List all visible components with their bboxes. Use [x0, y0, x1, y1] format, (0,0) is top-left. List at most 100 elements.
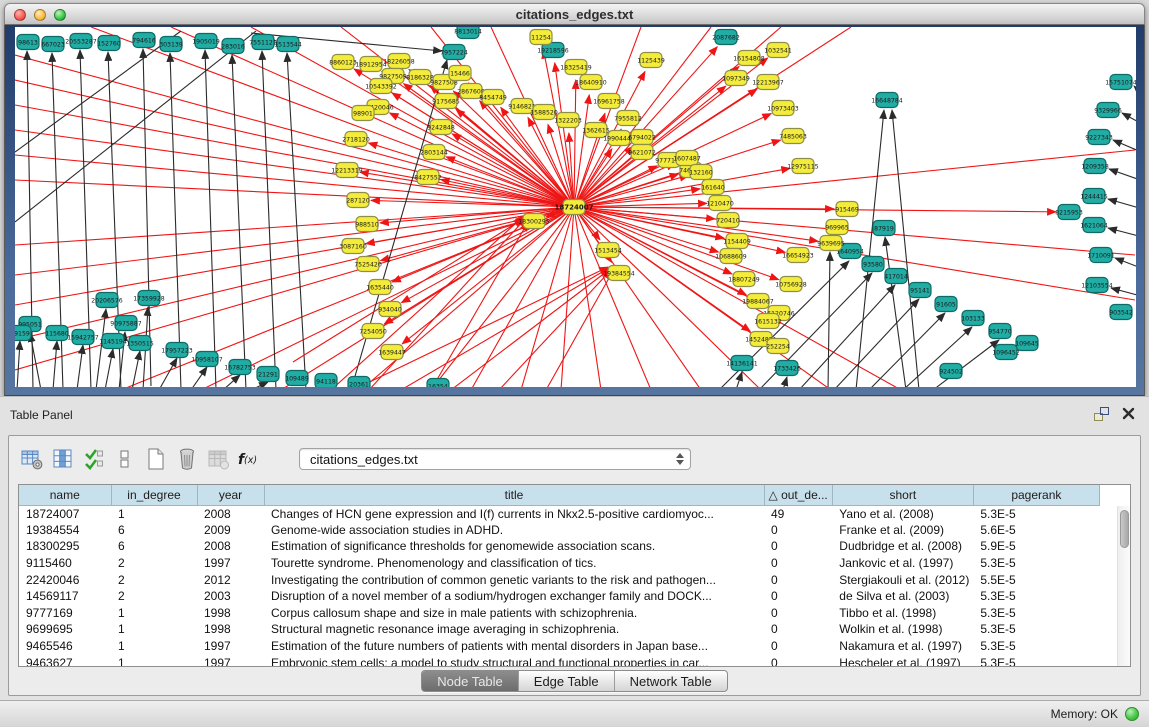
- network-canvas[interactable]: 9861366702320553287152760794616303139190…: [15, 27, 1136, 387]
- table-cell[interactable]: 0: [764, 588, 832, 605]
- network-canvas-svg[interactable]: 9861366702320553287152760794616303139190…: [15, 27, 1136, 387]
- table-cell[interactable]: 49: [764, 505, 832, 522]
- table-cell[interactable]: 19384554: [19, 522, 111, 539]
- table-cell[interactable]: 1: [111, 654, 197, 667]
- table-cell[interactable]: 0: [764, 571, 832, 588]
- table-cell[interactable]: Investigating the contribution of common…: [264, 571, 764, 588]
- table-cell[interactable]: 2: [111, 571, 197, 588]
- table-row[interactable]: 1872400712008Changes of HCN gene express…: [19, 505, 1099, 522]
- table-cell[interactable]: Nakamura et al. (1997): [832, 638, 973, 655]
- close-window-button[interactable]: [14, 9, 26, 21]
- create-table-icon[interactable]: [143, 446, 169, 472]
- tab-node-table[interactable]: Node Table: [422, 671, 518, 691]
- table-cell[interactable]: 2003: [197, 588, 264, 605]
- table-cell[interactable]: 9465546: [19, 638, 111, 655]
- table-cell[interactable]: 5.9E-5: [973, 538, 1099, 555]
- table-row[interactable]: 1456911722003Disruption of a novel membe…: [19, 588, 1099, 605]
- table-cell[interactable]: 5.3E-5: [973, 555, 1099, 572]
- column-header-short[interactable]: short: [832, 485, 973, 505]
- table-cell[interactable]: 5.3E-5: [973, 638, 1099, 655]
- table-cell[interactable]: Wolkin et al. (1998): [832, 621, 973, 638]
- table-cell[interactable]: Tibbo et al. (1998): [832, 605, 973, 622]
- table-row[interactable]: 946554611997Estimation of the future num…: [19, 638, 1099, 655]
- table-cell[interactable]: 5.3E-5: [973, 605, 1099, 622]
- column-header-pagerank[interactable]: pagerank: [973, 485, 1099, 505]
- table-cell[interactable]: Corpus callosum shape and size in male p…: [264, 605, 764, 622]
- table-cell[interactable]: 0: [764, 522, 832, 539]
- table-cell[interactable]: 0: [764, 555, 832, 572]
- table-cell[interactable]: 2012: [197, 571, 264, 588]
- table-cell[interactable]: 9115460: [19, 555, 111, 572]
- table-cell[interactable]: 1998: [197, 605, 264, 622]
- table-cell[interactable]: Changes of HCN gene expression and I(f) …: [264, 505, 764, 522]
- table-cell[interactable]: 1: [111, 505, 197, 522]
- table-row[interactable]: 969969511998Structural magnetic resonanc…: [19, 621, 1099, 638]
- column-header-in_degree[interactable]: in_degree: [111, 485, 197, 505]
- table-cell[interactable]: Hescheler et al. (1997): [832, 654, 973, 667]
- table-cell[interactable]: 0: [764, 538, 832, 555]
- table-select-dropdown[interactable]: citations_edges.txt: [299, 448, 691, 470]
- table-cell[interactable]: 0: [764, 654, 832, 667]
- table-cell[interactable]: Estimation of significance thresholds fo…: [264, 538, 764, 555]
- table-cell[interactable]: 5.3E-5: [973, 621, 1099, 638]
- table-row[interactable]: 1830029562008Estimation of significance …: [19, 538, 1099, 555]
- table-cell[interactable]: Tourette syndrome. Phenomenology and cla…: [264, 555, 764, 572]
- table-cell[interactable]: Genome-wide association studies in ADHD.: [264, 522, 764, 539]
- column-header-title[interactable]: title: [264, 485, 764, 505]
- table-cell[interactable]: Embryonic stem cells: a model to study s…: [264, 654, 764, 667]
- scrollbar-thumb[interactable]: [1120, 510, 1129, 548]
- table-cell[interactable]: 1997: [197, 654, 264, 667]
- delete-table-icon[interactable]: [205, 446, 231, 472]
- tab-network-table[interactable]: Network Table: [614, 671, 727, 691]
- table-cell[interactable]: 6: [111, 538, 197, 555]
- table-cell[interactable]: 1: [111, 605, 197, 622]
- column-header-name[interactable]: name: [19, 485, 111, 505]
- table-cell[interactable]: 2008: [197, 538, 264, 555]
- window-titlebar[interactable]: citations_edges.txt: [4, 3, 1145, 25]
- table-cell[interactable]: 0: [764, 638, 832, 655]
- table-cell[interactable]: 1998: [197, 621, 264, 638]
- select-columns-icon[interactable]: [81, 446, 107, 472]
- table-cell[interactable]: 0: [764, 605, 832, 622]
- table-cell[interactable]: 22420046: [19, 571, 111, 588]
- table-cell[interactable]: 14569117: [19, 588, 111, 605]
- float-panel-icon[interactable]: [1094, 407, 1109, 421]
- table-cell[interactable]: 2008: [197, 505, 264, 522]
- table-row[interactable]: 977716911998Corpus callosum shape and si…: [19, 605, 1099, 622]
- table-cell[interactable]: 18724007: [19, 505, 111, 522]
- memory-status-indicator-icon[interactable]: [1125, 707, 1139, 721]
- table-cell[interactable]: 5.3E-5: [973, 505, 1099, 522]
- table-cell[interactable]: de Silva et al. (2003): [832, 588, 973, 605]
- table-cell[interactable]: 18300295: [19, 538, 111, 555]
- table-cell[interactable]: 1: [111, 621, 197, 638]
- table-cell[interactable]: 2: [111, 555, 197, 572]
- minimize-window-button[interactable]: [34, 9, 46, 21]
- table-cell[interactable]: 0: [764, 621, 832, 638]
- table-row[interactable]: 1938455462009Genome-wide association stu…: [19, 522, 1099, 539]
- table-cell[interactable]: 6: [111, 522, 197, 539]
- table-cell[interactable]: Dudbridge et al. (2008): [832, 538, 973, 555]
- zoom-window-button[interactable]: [54, 9, 66, 21]
- table-cell[interactable]: 1997: [197, 555, 264, 572]
- table-cell[interactable]: Stergiakouli et al. (2012): [832, 571, 973, 588]
- table-cell[interactable]: 1997: [197, 638, 264, 655]
- row-height-icon[interactable]: [112, 446, 138, 472]
- table-cell[interactable]: 9777169: [19, 605, 111, 622]
- table-cell[interactable]: Franke et al. (2009): [832, 522, 973, 539]
- close-panel-icon[interactable]: [1122, 406, 1135, 420]
- table-cell[interactable]: 9463627: [19, 654, 111, 667]
- table-cell[interactable]: Estimation of the future numbers of pati…: [264, 638, 764, 655]
- table-cell[interactable]: 9699695: [19, 621, 111, 638]
- function-builder-icon[interactable]: f (x): [236, 446, 262, 472]
- table-row[interactable]: 911546021997Tourette syndrome. Phenomeno…: [19, 555, 1099, 572]
- table-row[interactable]: 2242004622012Investigating the contribut…: [19, 571, 1099, 588]
- table-cell[interactable]: 2: [111, 588, 197, 605]
- tab-edge-table[interactable]: Edge Table: [518, 671, 614, 691]
- table-cell[interactable]: Yano et al. (2008): [832, 505, 973, 522]
- table-cell[interactable]: 2009: [197, 522, 264, 539]
- column-header-year[interactable]: year: [197, 485, 264, 505]
- table-settings-icon[interactable]: [19, 446, 45, 472]
- table-cell[interactable]: Disruption of a novel member of a sodium…: [264, 588, 764, 605]
- table-cell[interactable]: 1: [111, 638, 197, 655]
- table-cell[interactable]: 5.6E-5: [973, 522, 1099, 539]
